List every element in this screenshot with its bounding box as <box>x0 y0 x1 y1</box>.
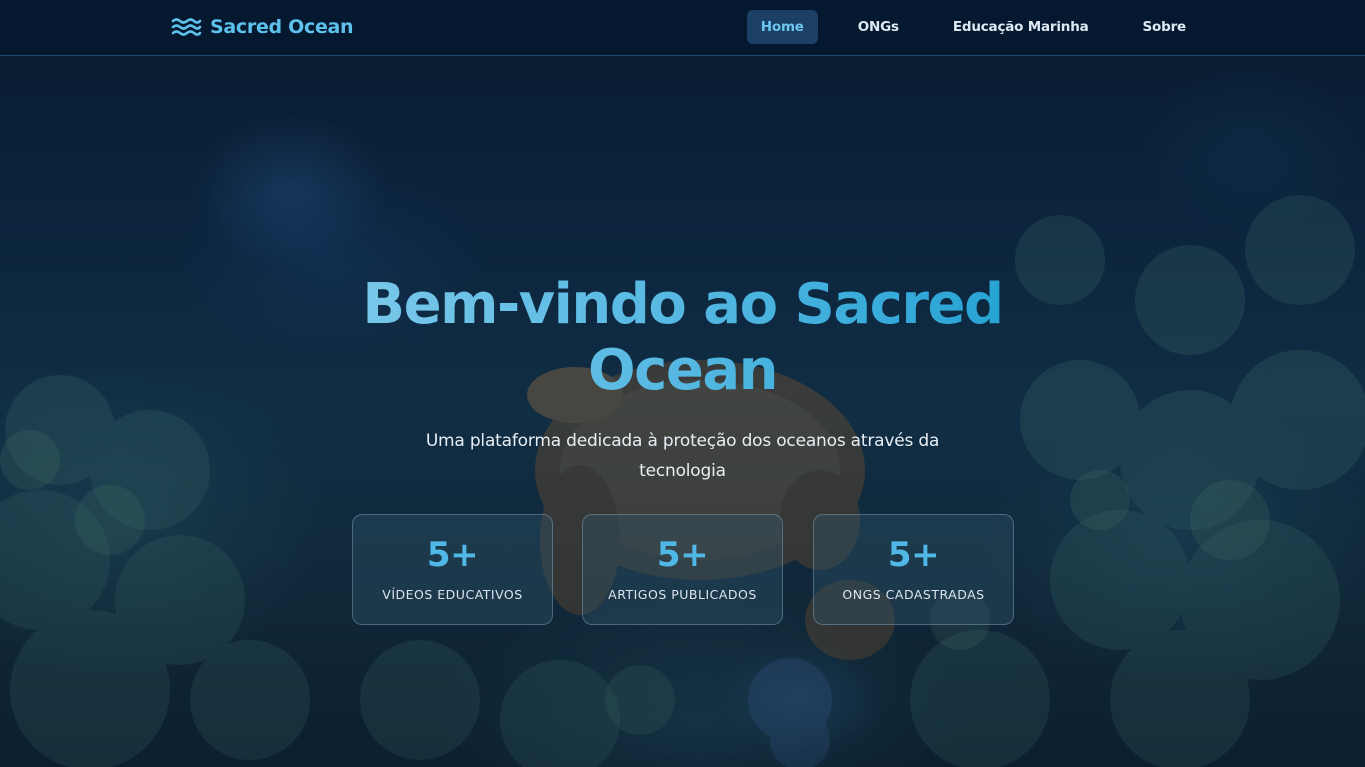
waves-icon <box>171 18 202 36</box>
stat-card-artigos: 5+ ARTIGOS PUBLICADOS <box>582 514 783 625</box>
stat-label: VÍDEOS EDUCATIVOS <box>382 587 523 602</box>
hero-title-line2: Ocean <box>588 338 777 403</box>
stat-value: 5+ <box>426 535 479 575</box>
hero-subtitle-line2: tecnologia <box>639 461 726 481</box>
hero-title: Bem-vindo ao Sacred Ocean <box>310 272 1055 404</box>
stat-label: ARTIGOS PUBLICADOS <box>608 587 757 602</box>
stat-card-ongs: 5+ ONGS CADASTRADAS <box>813 514 1014 625</box>
stat-label: ONGS CADASTRADAS <box>842 587 985 602</box>
hero-title-line1: Bem-vindo ao Sacred <box>362 272 1003 337</box>
navbar: Sacred Ocean Home ONGs Educação Marinha … <box>0 0 1365 56</box>
stat-value: 5+ <box>887 535 940 575</box>
stat-card-videos: 5+ VÍDEOS EDUCATIVOS <box>352 514 553 625</box>
brand-logo-link[interactable]: Sacred Ocean <box>171 13 354 41</box>
brand-name: Sacred Ocean <box>210 16 354 38</box>
hero-subtitle-line1: Uma plataforma dedicada à proteção dos o… <box>425 431 940 451</box>
nav-link-sobre[interactable]: Sobre <box>1129 10 1200 44</box>
hero-subtitle: Uma plataforma dedicada à proteção dos o… <box>370 426 995 486</box>
nav-link-educacao-marinha[interactable]: Educação Marinha <box>939 10 1103 44</box>
nav-link-ongs[interactable]: ONGs <box>844 10 913 44</box>
nav-link-home[interactable]: Home <box>746 10 818 44</box>
stat-value: 5+ <box>656 535 709 575</box>
main-nav: Home ONGs Educação Marinha Sobre <box>746 10 1200 44</box>
